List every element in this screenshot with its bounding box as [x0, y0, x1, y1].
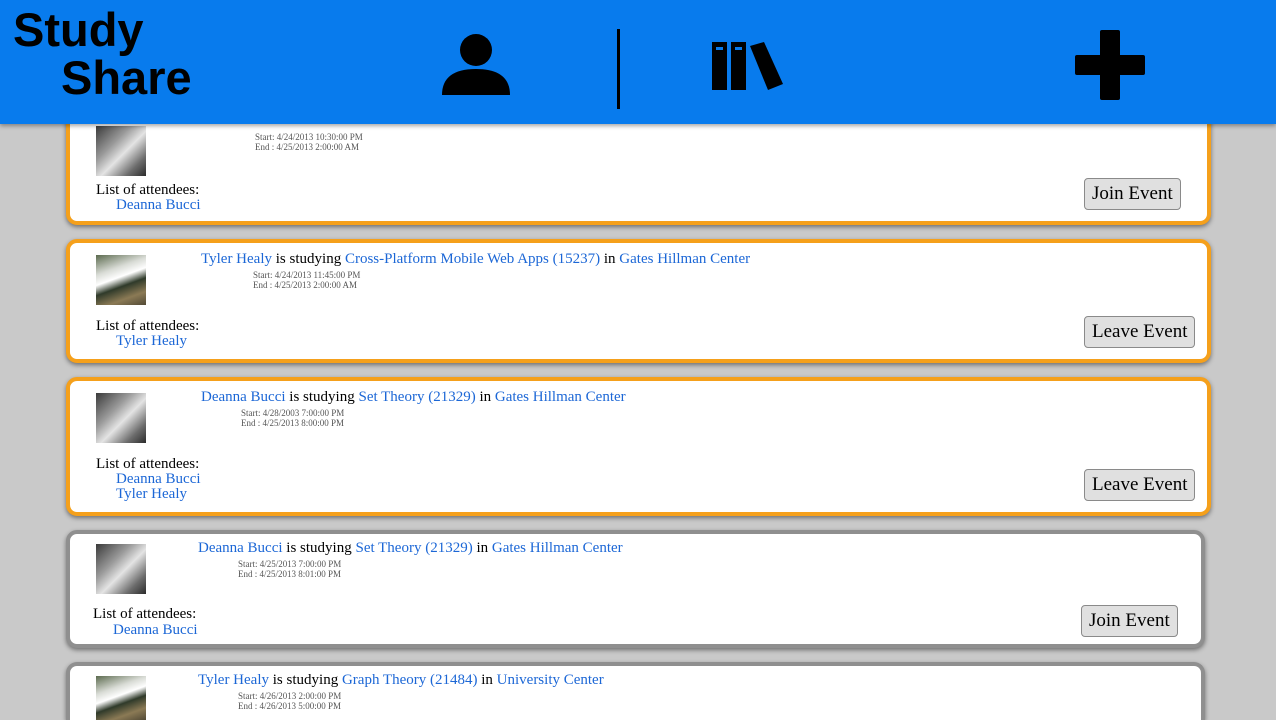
attendee-link[interactable]: Deanna Bucci [116, 197, 201, 214]
event-verb: is studying [286, 540, 352, 556]
attendee-link[interactable]: Tyler Healy [116, 486, 187, 503]
event-verb: is studying [289, 389, 355, 405]
user-icon[interactable] [440, 33, 512, 95]
location-link[interactable]: Gates Hillman Center [619, 251, 750, 267]
host-link[interactable]: Tyler Healy [198, 672, 269, 688]
event-card: Tyler Healy is studying Graph Theory (21… [66, 662, 1205, 720]
attendee-link[interactable]: Tyler Healy [116, 333, 187, 350]
host-link[interactable]: Deanna Bucci [201, 389, 286, 405]
event-end: End : 4/25/2013 8:00:00 PM [241, 418, 345, 428]
books-icon[interactable] [712, 40, 784, 92]
logo-line-2: Share [61, 51, 192, 104]
course-link[interactable]: Set Theory (21329) [358, 389, 475, 405]
course-link[interactable]: Set Theory (21329) [355, 540, 472, 556]
host-avatar [96, 393, 146, 443]
event-connector: in [479, 389, 492, 405]
nav-divider [617, 29, 620, 109]
location-link[interactable]: University Center [497, 672, 604, 688]
host-link[interactable]: Tyler Healy [201, 251, 272, 267]
event-connector: in [481, 672, 493, 688]
event-card: Tyler Healy is studying Cross-Platform M… [66, 239, 1211, 363]
event-start: Start: 4/24/2013 10:30:00 PM [255, 132, 363, 142]
top-bar: Study Share [0, 0, 1276, 124]
event-card: Deanna Bucci is studying Set Theory (213… [66, 530, 1205, 648]
event-verb: is studying [272, 672, 339, 688]
course-link[interactable]: Cross-Platform Mobile Web Apps (15237) [345, 251, 600, 267]
location-link[interactable]: Gates Hillman Center [492, 540, 623, 556]
event-start: Start: 4/26/2013 2:00:00 PM [238, 691, 342, 701]
join-event-button[interactable]: Join Event [1084, 178, 1181, 210]
join-event-button[interactable]: Join Event [1081, 605, 1178, 637]
attendee-link[interactable]: Deanna Bucci [113, 622, 198, 639]
event-end: End : 4/25/2013 2:00:00 AM [255, 142, 360, 152]
event-headline: Deanna Bucci is studying Set Theory (213… [201, 389, 626, 406]
event-start: Start: 4/25/2013 7:00:00 PM [238, 559, 342, 569]
host-avatar [96, 544, 146, 594]
event-headline: Tyler Healy is studying Graph Theory (21… [198, 672, 604, 689]
event-connector: in [476, 540, 489, 556]
event-connector: in [603, 251, 616, 267]
course-link[interactable]: Graph Theory (21484) [342, 672, 478, 688]
attendees-label: List of attendees: [93, 606, 197, 622]
event-start: Start: 4/28/2003 7:00:00 PM [241, 408, 345, 418]
logo-line-1: Study [13, 3, 144, 56]
event-headline: Deanna Bucci is studying Set Theory (213… [198, 540, 623, 557]
host-avatar [96, 255, 146, 305]
app-logo[interactable]: Study Share [13, 6, 192, 102]
event-end: End : 4/26/2013 5:00:00 PM [238, 701, 342, 711]
host-link[interactable]: Deanna Bucci [198, 540, 283, 556]
event-verb: is studying [275, 251, 342, 267]
host-avatar [96, 126, 146, 176]
event-headline: Tyler Healy is studying Cross-Platform M… [201, 251, 750, 268]
plus-icon[interactable] [1075, 30, 1145, 100]
event-card: Deanna Bucci is studying Set Theory (213… [66, 377, 1211, 516]
leave-event-button[interactable]: Leave Event [1084, 469, 1196, 501]
event-start: Start: 4/24/2013 11:45:00 PM [253, 270, 361, 280]
host-avatar [96, 676, 146, 720]
location-link[interactable]: Gates Hillman Center [495, 389, 626, 405]
event-end: End : 4/25/2013 2:00:00 AM [253, 280, 358, 290]
event-end: End : 4/25/2013 8:01:00 PM [238, 569, 342, 579]
leave-event-button[interactable]: Leave Event [1084, 316, 1196, 348]
